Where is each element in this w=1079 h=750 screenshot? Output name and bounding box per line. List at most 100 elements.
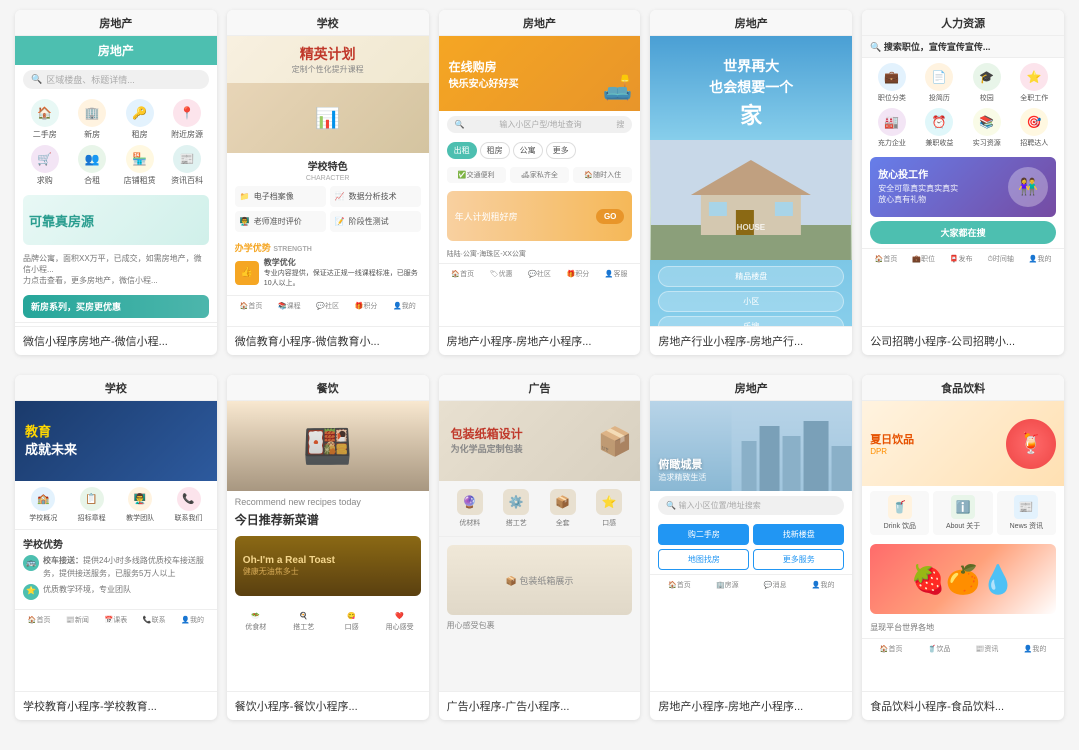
footer-contact[interactable]: 📞联系: [143, 615, 166, 625]
icon-campus[interactable]: 🎓 校园: [965, 63, 1008, 103]
nav-contact[interactable]: 📞 联系我们: [175, 487, 203, 523]
footer-me[interactable]: 👤我的: [393, 301, 416, 311]
footer-me[interactable]: 👤我的: [1029, 254, 1052, 264]
icon-info[interactable]: 📰 资讯百科: [165, 145, 208, 186]
footer-courses[interactable]: 📚课程: [278, 301, 301, 311]
footer-message[interactable]: 💬消息: [764, 580, 787, 590]
footer-news[interactable]: 📰资讯: [976, 644, 999, 654]
card-real-estate-industry[interactable]: 房地产 世界再大 也会想要一个 家: [650, 10, 852, 355]
icon-second-hand[interactable]: 🏠 二手房: [23, 99, 66, 140]
icon-news[interactable]: 📰 News 资讯: [997, 491, 1056, 535]
icon-purchase[interactable]: 🛒 求购: [23, 145, 66, 186]
tab-apartment[interactable]: 公寓: [513, 142, 543, 159]
tab-rent[interactable]: 租房: [480, 142, 510, 159]
feature-teacher[interactable]: 👨‍🏫 老师准时评价: [235, 211, 326, 232]
footer-timeline[interactable]: ⏱时间轴: [987, 254, 1013, 264]
btn-search[interactable]: 乐搜: [658, 316, 844, 326]
nav-enrollment[interactable]: 📋 招标章程: [78, 487, 106, 523]
icon-quality[interactable]: ⭐ 口感: [596, 489, 622, 528]
footer-jobs[interactable]: 💼职位: [912, 254, 935, 264]
feature-data[interactable]: 📈 数据分析技术: [330, 186, 421, 207]
card-real-estate-3[interactable]: 房地产 俯瞰城景 追求精致生活: [650, 375, 852, 720]
icon-enterprise[interactable]: 🏭 充力企业: [870, 108, 913, 148]
btn-second-hand[interactable]: 购二手房: [658, 524, 749, 545]
footer-post[interactable]: 📮发布: [950, 254, 973, 264]
footer-service[interactable]: 👤客服: [605, 269, 628, 279]
footer-me[interactable]: 👤我的: [181, 615, 204, 625]
icon-material[interactable]: 🔮 优材料: [457, 489, 483, 528]
card-hr[interactable]: 人力资源 🔍 搜索职位，宣传宣传宣传... 💼 职位分类 📄 投简历: [862, 10, 1064, 355]
card-real-estate-1[interactable]: 房地产 房地产 🔍 区域楼盘、标题详情... 🏠 二手房 🏢 新房: [15, 10, 217, 355]
icon-store-rent[interactable]: 🏪 店铺租赁: [118, 145, 161, 186]
feature-archive[interactable]: 📁 电子档案像: [235, 186, 326, 207]
btn-more[interactable]: 更多服务: [753, 549, 844, 570]
feature-checkin[interactable]: 🏠随时入住: [573, 167, 632, 183]
footer-points[interactable]: 🎁积分: [567, 269, 590, 279]
footer-discount[interactable]: 🏷优惠: [490, 269, 513, 279]
card-school-2[interactable]: 学校 教育 成就未来 🏫 学校概况 📋 招标章程: [15, 375, 217, 720]
icon-ingredients[interactable]: 🥗 优食材: [235, 612, 277, 632]
nav-overview[interactable]: 🏫 学校概况: [29, 487, 57, 523]
card2-strengths: 办学优势 STRENGTH 👍 教学优化 专业内容提供，保证达正规一线课程标准，…: [227, 237, 429, 295]
feature-traffic[interactable]: ✅交通便利: [447, 167, 506, 183]
tab-rent-out[interactable]: 出租: [447, 142, 477, 159]
footer-home[interactable]: 🏠首页: [668, 580, 691, 590]
card3-category: 房地产: [439, 10, 641, 36]
icon-about[interactable]: ℹ️ About 关于: [933, 491, 992, 535]
card3-search[interactable]: 🔍 输入小区户型/地址查询 搜: [447, 116, 633, 133]
footer-home[interactable]: 🏠首页: [28, 615, 51, 625]
footer-drinks[interactable]: 🥤饮品: [928, 644, 951, 654]
footer-home[interactable]: 🏠首页: [451, 269, 474, 279]
icon-craft[interactable]: 🍳 搭工艺: [283, 612, 325, 632]
icon-new-house[interactable]: 🏢 新房: [70, 99, 113, 140]
footer-community[interactable]: 💬社区: [528, 269, 551, 279]
icon-craft[interactable]: ⚙️ 搭工艺: [503, 489, 529, 528]
tab-more[interactable]: 更多: [546, 142, 576, 159]
footer-schedule[interactable]: 📅课表: [105, 615, 128, 625]
card5-banner: 放心投工作 安全可靠真实真实真实 放心真有礼物 👫: [870, 157, 1056, 217]
icon-parttime[interactable]: ⏰ 兼职收益: [918, 108, 961, 148]
footer-me[interactable]: 👤我的: [1024, 644, 1047, 654]
card4-buttons: 精品楼盘 小区 乐搜: [650, 260, 852, 326]
footer-home[interactable]: 🏠首页: [880, 644, 903, 654]
btn-community[interactable]: 小区: [658, 291, 844, 312]
feature-furniture[interactable]: 🛋家私齐全: [510, 167, 569, 183]
icon-fulltime[interactable]: ⭐ 全职工作: [1013, 63, 1056, 103]
icon-rent[interactable]: 🔑 租房: [118, 99, 161, 140]
card4-hero-title: 世界再大 也会想要一个: [662, 56, 840, 98]
card-beverage[interactable]: 食品饮料 夏日饮品 DPR 🍹 🥤 Drink 饮品 ℹ️: [862, 375, 1064, 720]
search-btn[interactable]: 搜: [616, 119, 624, 130]
btn-premium[interactable]: 精品楼盘: [658, 266, 844, 287]
btn-new[interactable]: 找新楼盘: [753, 524, 844, 545]
icon-taste[interactable]: 😋 口感: [331, 612, 373, 632]
icon-heartfelt[interactable]: ❤️ 用心感受: [379, 612, 421, 632]
card8-hero-text: 包装纸箱设计 为化学品定制包装: [451, 425, 523, 457]
footer-home[interactable]: 🏠首页: [240, 301, 263, 311]
feature-test[interactable]: 📝 阶段性测试: [330, 211, 421, 232]
btn-map[interactable]: 地图找房: [658, 549, 749, 570]
footer-points[interactable]: 🎁积分: [355, 301, 378, 311]
icon-nearby[interactable]: 📍 附近房源: [165, 99, 208, 140]
card5-btn[interactable]: 大家都在搜: [870, 221, 1056, 244]
icon-submit-cv[interactable]: 📄 投简历: [918, 63, 961, 103]
footer-news[interactable]: 📰新闻: [66, 615, 89, 625]
card1-search[interactable]: 🔍 区域楼盘、标题详情...: [23, 70, 209, 89]
footer-home[interactable]: 🏠首页: [875, 254, 898, 264]
card-school-1[interactable]: 学校 精英计划 定制个性化提升课程 📊 学校特色 CHARACTER 📁 电子档…: [227, 10, 429, 355]
footer-community[interactable]: 💬社区: [316, 301, 339, 311]
card9-search[interactable]: 🔍 输入小区位置/地址搜索: [658, 496, 844, 515]
icon-drink[interactable]: 🥤 Drink 饮品: [870, 491, 929, 535]
nav-teachers[interactable]: 👨‍🏫 教学团队: [126, 487, 154, 523]
icon-fullset[interactable]: 📦 全套: [550, 489, 576, 528]
footer-listings[interactable]: 🏢房源: [716, 580, 739, 590]
go-btn[interactable]: GO: [596, 209, 624, 224]
icon-internship[interactable]: 📚 实习资源: [965, 108, 1008, 148]
footer-me[interactable]: 👤我的: [812, 580, 835, 590]
icon-recruiter[interactable]: 🎯 招聘达人: [1013, 108, 1056, 148]
icon-position[interactable]: 💼 职位分类: [870, 63, 913, 103]
card-advertising[interactable]: 广告 包装纸箱设计 为化学品定制包装 📦 🔮 优材料 ⚙️: [439, 375, 641, 720]
card-real-estate-2[interactable]: 房地产 在线购房 快乐安心好好买 🛋️ 🔍 输入小区户型/地址查询 搜 出租 租: [439, 10, 641, 355]
card10-preview: 夏日饮品 DPR 🍹 🥤 Drink 饮品 ℹ️ About 关于: [862, 401, 1064, 691]
icon-share-rent[interactable]: 👥 合租: [70, 145, 113, 186]
card-food[interactable]: 餐饮 🍱 Recommend new recipes today 今日推荐新菜谱…: [227, 375, 429, 720]
